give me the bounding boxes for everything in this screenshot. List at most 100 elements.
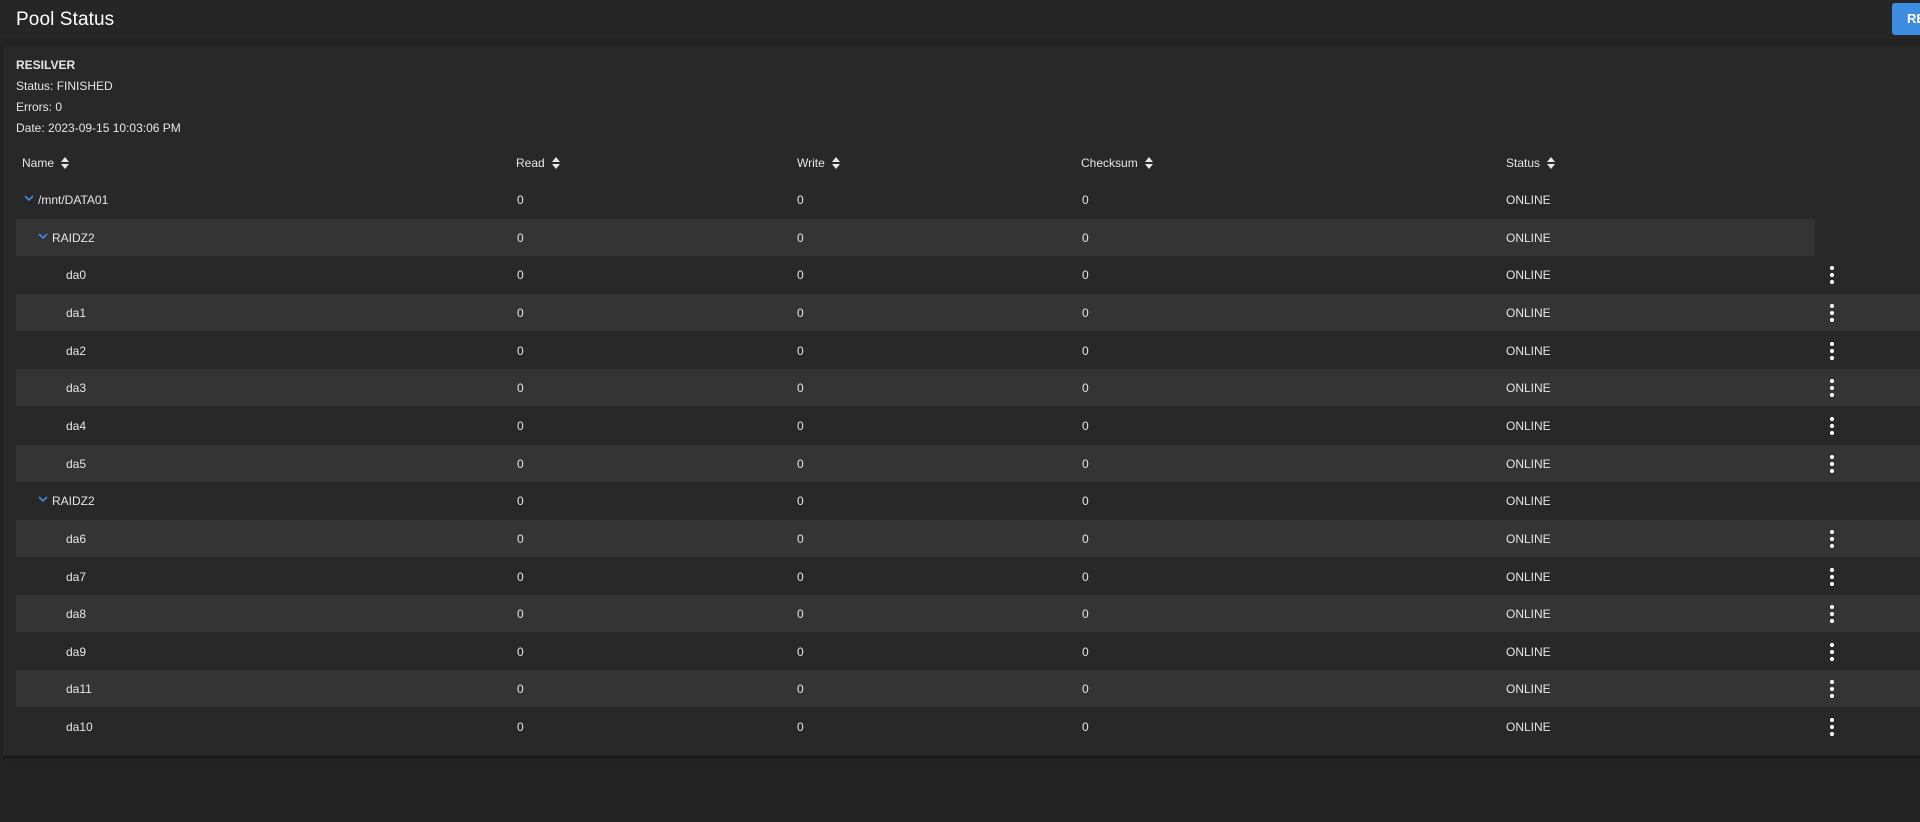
more-options-icon[interactable] bbox=[1824, 455, 1840, 473]
table-row[interactable]: da11 0 0 0 ONLINE bbox=[16, 670, 1920, 707]
table-row[interactable]: da8 0 0 0 ONLINE bbox=[16, 595, 1920, 632]
row-name: da10 bbox=[66, 720, 93, 734]
row-name: da1 bbox=[66, 306, 87, 320]
more-options-icon[interactable] bbox=[1824, 718, 1840, 736]
row-name: da8 bbox=[66, 607, 87, 621]
table-row[interactable]: da1 0 0 0 ONLINE bbox=[16, 294, 1920, 331]
chevron-down-icon[interactable] bbox=[38, 495, 48, 503]
more-options-icon[interactable] bbox=[1824, 568, 1840, 586]
row-name: RAIDZ2 bbox=[52, 231, 95, 245]
more-options-icon[interactable] bbox=[1824, 605, 1840, 623]
column-header-checksum[interactable]: Checksum bbox=[1081, 156, 1153, 170]
sort-icon bbox=[551, 157, 560, 169]
row-checksum: 0 bbox=[1082, 381, 1089, 395]
table-row[interactable]: da5 0 0 0 ONLINE bbox=[16, 445, 1920, 482]
column-header-name[interactable]: Name bbox=[22, 156, 70, 170]
row-name: /mnt/DATA01 bbox=[38, 193, 109, 207]
row-write: 0 bbox=[797, 344, 804, 358]
chevron-down-icon[interactable] bbox=[24, 194, 34, 202]
table-row[interactable]: da0 0 0 0 ONLINE bbox=[16, 256, 1920, 293]
column-header-label: Write bbox=[797, 156, 825, 170]
more-options-icon[interactable] bbox=[1824, 304, 1840, 322]
row-read: 0 bbox=[517, 494, 524, 508]
table-row[interactable]: da2 0 0 0 ONLINE bbox=[16, 332, 1920, 369]
scan-type: RESILVER bbox=[16, 58, 76, 72]
row-read: 0 bbox=[517, 570, 524, 584]
chevron-down-icon[interactable] bbox=[38, 232, 48, 240]
table-row[interactable]: da3 0 0 0 ONLINE bbox=[16, 369, 1920, 406]
row-status: ONLINE bbox=[1506, 419, 1551, 433]
column-header-label: Checksum bbox=[1081, 156, 1138, 170]
row-status: ONLINE bbox=[1506, 306, 1551, 320]
sort-icon bbox=[1144, 157, 1153, 169]
column-header-status[interactable]: Status bbox=[1506, 156, 1556, 170]
row-name: da9 bbox=[66, 645, 87, 659]
sort-icon bbox=[1547, 157, 1556, 169]
table-row[interactable]: da10 0 0 0 ONLINE bbox=[16, 708, 1920, 745]
row-read: 0 bbox=[517, 306, 524, 320]
row-read: 0 bbox=[517, 193, 524, 207]
more-options-icon[interactable] bbox=[1824, 417, 1840, 435]
table-row[interactable]: da7 0 0 0 ONLINE bbox=[16, 558, 1920, 595]
column-header-write[interactable]: Write bbox=[797, 156, 840, 170]
row-read: 0 bbox=[517, 607, 524, 621]
scan-date: Date: 2023-09-15 10:03:06 PM bbox=[16, 121, 181, 135]
more-options-icon[interactable] bbox=[1824, 379, 1840, 397]
row-write: 0 bbox=[797, 570, 804, 584]
sort-icon bbox=[831, 157, 840, 169]
more-options-icon[interactable] bbox=[1824, 530, 1840, 548]
row-checksum: 0 bbox=[1082, 607, 1089, 621]
more-options-icon[interactable] bbox=[1824, 266, 1840, 284]
row-checksum: 0 bbox=[1082, 344, 1089, 358]
row-name: da5 bbox=[66, 457, 87, 471]
column-header-read[interactable]: Read bbox=[516, 156, 560, 170]
row-status: ONLINE bbox=[1506, 193, 1551, 207]
row-status: ONLINE bbox=[1506, 344, 1551, 358]
row-checksum: 0 bbox=[1082, 268, 1089, 282]
row-read: 0 bbox=[517, 419, 524, 433]
row-name: da7 bbox=[66, 570, 87, 584]
row-status: ONLINE bbox=[1506, 720, 1551, 734]
row-status: ONLINE bbox=[1506, 231, 1551, 245]
row-write: 0 bbox=[797, 532, 804, 546]
row-checksum: 0 bbox=[1082, 494, 1089, 508]
more-options-icon[interactable] bbox=[1824, 680, 1840, 698]
row-checksum: 0 bbox=[1082, 457, 1089, 471]
row-name: da11 bbox=[66, 682, 92, 696]
table-row[interactable]: RAIDZ2 0 0 0 ONLINE bbox=[16, 219, 1815, 256]
table-row[interactable]: RAIDZ2 0 0 0 ONLINE bbox=[16, 482, 1815, 519]
row-read: 0 bbox=[517, 268, 524, 282]
row-checksum: 0 bbox=[1082, 306, 1089, 320]
row-write: 0 bbox=[797, 381, 804, 395]
row-checksum: 0 bbox=[1082, 720, 1089, 734]
row-read: 0 bbox=[517, 457, 524, 471]
more-options-icon[interactable] bbox=[1824, 643, 1840, 661]
row-write: 0 bbox=[797, 682, 804, 696]
row-name: da3 bbox=[66, 381, 87, 395]
row-name: da0 bbox=[66, 268, 87, 282]
page-title: Pool Status bbox=[16, 9, 115, 30]
table-header: Name Read Write Checksum Status bbox=[0, 156, 1920, 172]
row-write: 0 bbox=[797, 720, 804, 734]
row-write: 0 bbox=[797, 645, 804, 659]
scan-status: Status: FINISHED bbox=[16, 79, 113, 93]
sort-icon bbox=[61, 157, 70, 169]
row-checksum: 0 bbox=[1082, 419, 1089, 433]
row-read: 0 bbox=[517, 344, 524, 358]
row-status: ONLINE bbox=[1506, 645, 1551, 659]
row-write: 0 bbox=[797, 494, 804, 508]
table-row[interactable]: da6 0 0 0 ONLINE bbox=[16, 520, 1920, 557]
row-name: da4 bbox=[66, 419, 87, 433]
row-read: 0 bbox=[517, 645, 524, 659]
row-name: da2 bbox=[66, 344, 87, 358]
table-row[interactable]: /mnt/DATA01 0 0 0 ONLINE bbox=[16, 181, 1815, 218]
row-status: ONLINE bbox=[1506, 494, 1551, 508]
column-header-label: Name bbox=[22, 156, 55, 170]
header-action-button[interactable]: RE bbox=[1892, 3, 1920, 35]
more-options-icon[interactable] bbox=[1824, 342, 1840, 360]
table-row[interactable]: da4 0 0 0 ONLINE bbox=[16, 407, 1920, 444]
table-row[interactable]: da9 0 0 0 ONLINE bbox=[16, 633, 1920, 670]
row-write: 0 bbox=[797, 193, 804, 207]
row-read: 0 bbox=[517, 231, 524, 245]
page-header: Pool Status RE bbox=[0, 0, 1920, 38]
